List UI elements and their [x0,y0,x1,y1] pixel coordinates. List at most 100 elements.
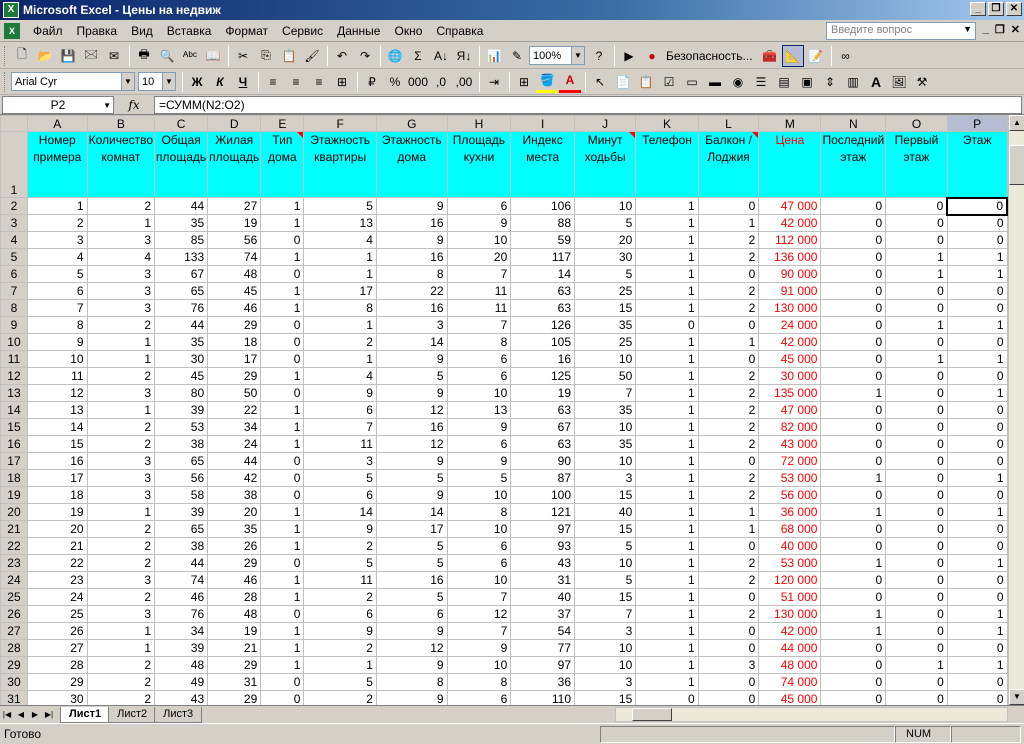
data-cell[interactable]: 1 [86,333,156,351]
data-cell[interactable]: 44 000 [758,639,822,657]
data-cell[interactable]: 67 [154,265,209,283]
data-cell[interactable]: 1 [885,656,948,674]
data-cell[interactable]: 20 [446,248,512,266]
more-controls-icon[interactable]: ⚒ [911,71,933,93]
data-cell[interactable]: 0 [260,265,305,283]
data-cell[interactable]: 23 [26,571,88,589]
data-cell[interactable]: 2 [697,435,760,453]
data-cell[interactable]: 1 [635,401,699,419]
data-cell[interactable]: 76 [154,299,209,317]
data-cell[interactable]: 121 [510,503,575,521]
column-header[interactable]: M [758,115,822,132]
header-cell[interactable]: Телефон [635,131,699,198]
data-cell[interactable]: 0 [820,333,887,351]
data-cell[interactable]: 10 [446,486,512,504]
data-cell[interactable]: 0 [820,214,887,232]
column-header[interactable]: O [885,115,948,132]
data-cell[interactable]: 30 000 [758,367,822,385]
header-cell[interactable]: Жилая площадь [207,131,262,198]
data-cell[interactable]: 0 [820,367,887,385]
data-cell[interactable]: 90 000 [758,265,822,283]
data-cell[interactable]: 3 [86,299,156,317]
data-cell[interactable]: 30 [573,248,637,266]
data-cell[interactable]: 5 [573,571,637,589]
sort-ascending-icon[interactable]: A↓ [430,45,452,67]
data-cell[interactable]: 1 [303,350,377,368]
data-cell[interactable]: 44 [154,316,209,334]
data-cell[interactable]: 2 [86,367,156,385]
data-cell[interactable]: 6 [303,605,377,623]
data-cell[interactable]: 1 [635,656,699,674]
data-cell[interactable]: 34 [154,622,209,640]
data-cell[interactable]: 65 [154,520,209,538]
data-cell[interactable]: 2 [697,248,760,266]
data-cell[interactable]: 11 [26,367,88,385]
borders-icon[interactable]: ⊞ [513,71,535,93]
data-cell[interactable]: 35 [573,401,637,419]
column-header[interactable]: K [635,115,699,132]
data-cell[interactable]: 88 [510,214,575,232]
data-cell[interactable]: 72 000 [758,452,822,470]
data-cell[interactable]: 24 [207,435,262,453]
data-cell[interactable]: 40 [510,588,575,606]
data-cell[interactable]: 18 [26,486,88,504]
data-cell[interactable]: 3 [573,622,637,640]
data-cell[interactable]: 0 [820,452,887,470]
doc-restore-button[interactable]: ❐ [995,23,1005,36]
column-header[interactable]: C [154,115,209,132]
header-cell[interactable]: Количество комнат [86,131,156,198]
data-cell[interactable]: 0 [697,622,760,640]
data-cell[interactable]: 2 [86,316,156,334]
data-cell[interactable]: 2 [86,537,156,555]
data-cell[interactable]: 9 [303,622,377,640]
data-cell[interactable]: 0 [885,486,948,504]
data-cell[interactable]: 7 [303,418,377,436]
data-cell[interactable]: 3 [86,605,156,623]
data-cell[interactable]: 43 000 [758,435,822,453]
data-cell[interactable]: 45 000 [758,690,822,705]
data-cell[interactable]: 16 [375,299,448,317]
data-cell[interactable]: 1 [635,605,699,623]
data-cell[interactable]: 10 [446,656,512,674]
row-header[interactable]: 28 [0,639,28,657]
row-header[interactable]: 1 [0,131,28,198]
data-cell[interactable]: 63 [510,435,575,453]
data-cell[interactable]: 0 [885,435,948,453]
data-cell[interactable]: 8 [26,316,88,334]
data-cell[interactable]: 0 [820,520,887,538]
data-cell[interactable]: 0 [946,401,1008,419]
data-cell[interactable]: 5 [303,197,377,215]
data-cell[interactable]: 10 [446,520,512,538]
hyperlink-icon[interactable]: 🌐 [384,45,406,67]
data-cell[interactable]: 120 000 [758,571,822,589]
data-cell[interactable]: 10 [573,656,637,674]
data-cell[interactable]: 22 [26,554,88,572]
menu-insert[interactable]: Вставка [160,24,219,38]
data-cell[interactable]: 0 [946,214,1008,232]
data-cell[interactable]: 38 [154,537,209,555]
data-cell[interactable]: 3 [86,452,156,470]
first-sheet-icon[interactable]: |◀ [0,710,14,719]
copy-icon[interactable]: ⎘ [255,45,277,67]
data-cell[interactable]: 4 [86,248,156,266]
row-header[interactable]: 30 [0,673,28,691]
data-cell[interactable]: 2 [303,333,377,351]
data-cell[interactable]: 1 [820,605,887,623]
data-cell[interactable]: 65 [154,452,209,470]
data-cell[interactable]: 4 [303,231,377,249]
data-cell[interactable]: 13 [26,401,88,419]
row-header[interactable]: 20 [0,503,28,521]
data-cell[interactable]: 6 [375,605,448,623]
font-select[interactable]: Arial Cyr ▼ [11,72,135,91]
data-cell[interactable]: 0 [260,690,305,705]
data-cell[interactable]: 49 [154,673,209,691]
header-cell[interactable]: Этаж [946,131,1008,198]
data-cell[interactable]: 63 [510,401,575,419]
data-cell[interactable]: 136 000 [758,248,822,266]
data-cell[interactable]: 2 [303,690,377,705]
data-cell[interactable]: 0 [885,673,948,691]
chevron-down-icon[interactable]: ▼ [162,73,175,90]
data-cell[interactable]: 6 [303,401,377,419]
data-cell[interactable]: 16 [375,248,448,266]
sheet-tab-1[interactable]: Лист1 [60,706,111,723]
